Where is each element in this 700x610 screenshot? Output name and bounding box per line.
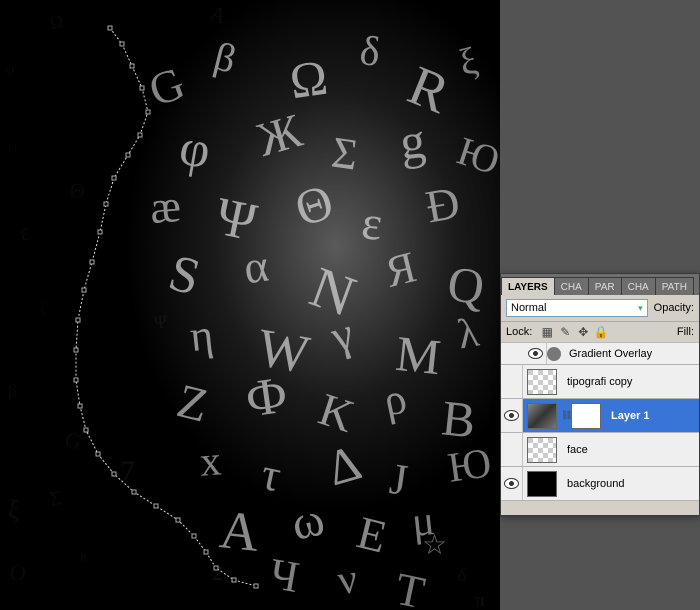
lock-full-icon[interactable]: 🔒 <box>594 325 608 339</box>
blend-mode-select[interactable]: Normal ▾ <box>506 299 648 317</box>
tab-paragraphs[interactable]: PAR <box>588 277 622 295</box>
opacity-label: Opacity: <box>654 302 694 314</box>
visibility-toggle[interactable] <box>525 343 547 364</box>
layers-panel: LAYERS CHA PAR CHA PATH Normal ▾ Opacity… <box>500 273 700 516</box>
layer-thumbnail[interactable] <box>527 471 557 497</box>
lock-row: Lock: ▦ ✎ ✥ 🔒 Fill: <box>501 322 699 343</box>
link-icon[interactable]: ⛓ <box>561 410 567 421</box>
lock-move-icon[interactable]: ✥ <box>576 325 590 339</box>
layer-label: tipografi copy <box>567 376 699 388</box>
lock-label: Lock: <box>506 326 532 338</box>
effect-gradient-overlay[interactable]: Gradient Overlay <box>501 343 699 365</box>
chevron-down-icon: ▾ <box>638 303 643 314</box>
layer-label: background <box>567 478 699 490</box>
layer-list: Gradient Overlay tipografi copy ⛓ Layer 1 f… <box>501 343 699 515</box>
visibility-toggle[interactable] <box>501 467 523 500</box>
right-dock: LAYERS CHA PAR CHA PATH Normal ▾ Opacity… <box>500 0 700 610</box>
panel-tabs: LAYERS CHA PAR CHA PATH <box>501 274 699 295</box>
tab-layers[interactable]: LAYERS <box>501 277 555 295</box>
blend-mode-value: Normal <box>511 302 546 314</box>
layer-thumbnail[interactable] <box>527 403 557 429</box>
tab-paths[interactable]: PATH <box>655 277 694 295</box>
layer-row-tipografi-copy[interactable]: tipografi copy <box>501 365 699 399</box>
lock-transparent-icon[interactable]: ▦ <box>540 325 554 339</box>
layer-label: Layer 1 <box>611 410 699 422</box>
visibility-toggle[interactable] <box>501 399 523 432</box>
tab-channels[interactable]: CHA <box>554 277 589 295</box>
face-typography: GβΩδRξφЖΣgЮæΨΘεÐSαNЯQηWγMλZФKρBxτΔJЮAωEμ… <box>0 0 500 610</box>
effect-label: Gradient Overlay <box>569 348 699 360</box>
background-typography: ΩAφΘε7ξΣO2πψζGΨβκδ <box>0 0 500 610</box>
visibility-toggle[interactable] <box>501 365 523 398</box>
pen-selection-path[interactable] <box>0 0 500 610</box>
layer-thumbnail[interactable] <box>527 437 557 463</box>
layer-row-face[interactable]: face <box>501 433 699 467</box>
layer-label: face <box>567 444 699 456</box>
canvas[interactable]: ΩAφΘε7ξΣO2πψζGΨβκδ GβΩδRξφЖΣgЮæΨΘεÐSαNЯQ… <box>0 0 500 610</box>
fill-label: Fill: <box>677 326 694 338</box>
effect-icon <box>547 347 561 361</box>
lock-brush-icon[interactable]: ✎ <box>558 325 572 339</box>
layer-row-layer-1[interactable]: ⛓ Layer 1 <box>501 399 699 433</box>
visibility-toggle[interactable] <box>501 433 523 466</box>
blend-row: Normal ▾ Opacity: <box>501 295 699 322</box>
mask-thumbnail[interactable] <box>571 403 601 429</box>
layer-row-background[interactable]: background <box>501 467 699 501</box>
tab-character[interactable]: CHA <box>621 277 656 295</box>
face-artwork <box>0 0 500 610</box>
layer-thumbnail[interactable] <box>527 369 557 395</box>
